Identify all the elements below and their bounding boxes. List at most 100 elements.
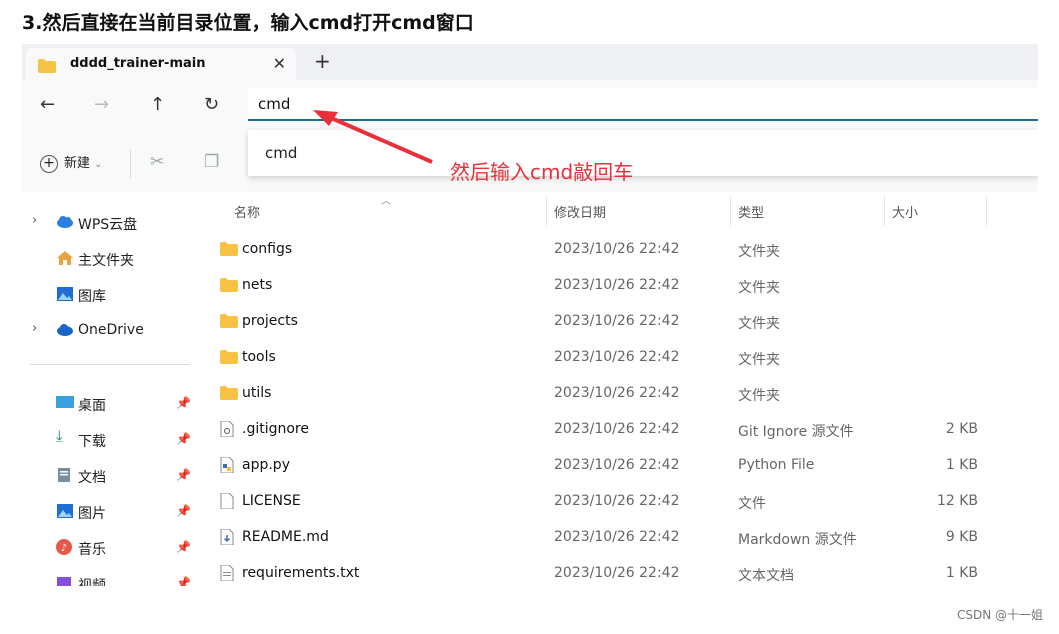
column-divider[interactable] bbox=[546, 196, 547, 226]
close-icon[interactable]: ✕ bbox=[273, 54, 286, 73]
file-date: 2023/10/26 22:42 bbox=[554, 421, 680, 437]
column-header-name[interactable]: 名称 bbox=[234, 202, 260, 221]
file-name: configs bbox=[242, 241, 293, 257]
python-file-icon bbox=[220, 456, 234, 477]
pin-icon[interactable]: 📌 bbox=[176, 396, 191, 410]
file-type: 文件夹 bbox=[738, 316, 780, 332]
sidebar-item-home[interactable]: 主文件夹 bbox=[22, 244, 198, 274]
file-name: app.py bbox=[242, 457, 290, 473]
table-row[interactable]: configs 2023/10/26 22:42 文件夹 bbox=[198, 232, 1038, 266]
table-row[interactable]: nets 2023/10/26 22:42 文件夹 bbox=[198, 268, 1038, 302]
sidebar-item-wps-cloud[interactable]: › WPS云盘 bbox=[22, 208, 198, 238]
table-row[interactable]: app.py 2023/10/26 22:42 Python File 1 KB bbox=[198, 448, 1038, 482]
file-type: Git Ignore 源文件 bbox=[738, 424, 854, 440]
file-type: 文件夹 bbox=[738, 388, 780, 404]
file-date: 2023/10/26 22:42 bbox=[554, 565, 680, 581]
address-bar[interactable] bbox=[248, 88, 1038, 121]
folder-icon bbox=[220, 277, 238, 296]
pin-icon[interactable]: 📌 bbox=[176, 468, 191, 482]
sidebar-item-onedrive[interactable]: › OneDrive bbox=[22, 316, 198, 346]
sidebar-item-downloads[interactable]: ⤓ 下载 📌 bbox=[22, 425, 198, 455]
sidebar-item-label: 桌面 bbox=[78, 398, 106, 414]
chevron-right-icon: › bbox=[32, 321, 38, 336]
file-name: LICENSE bbox=[242, 493, 301, 509]
cloud-icon bbox=[56, 214, 74, 230]
file-date: 2023/10/26 22:42 bbox=[554, 493, 680, 509]
watermark: CSDN @十一姐 bbox=[956, 608, 1043, 622]
file-size: 9 KB bbox=[945, 529, 978, 545]
table-row[interactable]: requirements.txt 2023/10/26 22:42 文本文档 1… bbox=[198, 556, 1038, 586]
sidebar-item-videos[interactable]: 视频 📌 bbox=[22, 569, 198, 586]
column-divider[interactable] bbox=[884, 196, 885, 226]
file-size: 1 KB bbox=[945, 565, 978, 581]
sidebar-item-desktop[interactable]: 桌面 📌 bbox=[22, 389, 198, 419]
up-arrow-icon[interactable]: ↑ bbox=[150, 94, 165, 115]
text-file-icon bbox=[220, 564, 234, 585]
file-type: 文件夹 bbox=[738, 352, 780, 368]
suggestion-text: cmd bbox=[265, 144, 298, 162]
file-name: nets bbox=[242, 277, 273, 293]
file-name: tools bbox=[242, 349, 276, 365]
folder-icon bbox=[220, 241, 238, 260]
file-list: ︿ 名称 修改日期 类型 大小 configs 2023/10/26 22:42… bbox=[198, 192, 1038, 586]
refresh-icon[interactable]: ↻ bbox=[204, 94, 219, 115]
sidebar-item-label: 图库 bbox=[78, 289, 106, 305]
file-size: 12 KB bbox=[936, 493, 978, 509]
sidebar-item-gallery[interactable]: 图库 bbox=[22, 280, 198, 310]
plus-circle-icon: + bbox=[40, 154, 58, 173]
forward-arrow-icon[interactable]: → bbox=[94, 94, 109, 115]
table-row[interactable]: tools 2023/10/26 22:42 文件夹 bbox=[198, 340, 1038, 374]
column-divider[interactable] bbox=[730, 196, 731, 226]
table-row[interactable]: LICENSE 2023/10/26 22:42 文件 12 KB bbox=[198, 484, 1038, 518]
annotation-text: 然后输入cmd敲回车 bbox=[450, 160, 634, 184]
column-divider[interactable] bbox=[986, 196, 987, 226]
file-date: 2023/10/26 22:42 bbox=[554, 529, 680, 545]
home-icon bbox=[56, 250, 74, 266]
column-header-type[interactable]: 类型 bbox=[738, 202, 764, 221]
table-row[interactable]: .gitignore 2023/10/26 22:42 Git Ignore 源… bbox=[198, 412, 1038, 446]
copy-icon[interactable]: ❐ bbox=[204, 152, 219, 172]
cloud-icon bbox=[56, 322, 74, 338]
file-date: 2023/10/26 22:42 bbox=[554, 349, 680, 365]
back-arrow-icon[interactable]: ← bbox=[40, 94, 55, 115]
folder-icon bbox=[220, 385, 238, 404]
pin-icon[interactable]: 📌 bbox=[176, 540, 191, 554]
sidebar-item-label: 音乐 bbox=[78, 542, 106, 558]
pin-icon[interactable]: 📌 bbox=[176, 504, 191, 518]
new-button-label: 新建 bbox=[64, 156, 91, 171]
cut-icon[interactable]: ✂ bbox=[150, 152, 164, 172]
markdown-file-icon bbox=[220, 528, 234, 549]
sidebar-item-label: 主文件夹 bbox=[78, 253, 134, 269]
column-header-date[interactable]: 修改日期 bbox=[554, 202, 606, 221]
file-date: 2023/10/26 22:42 bbox=[554, 457, 680, 473]
column-header-size[interactable]: 大小 bbox=[892, 202, 918, 221]
file-name: requirements.txt bbox=[242, 565, 360, 581]
sidebar-item-documents[interactable]: 文档 📌 bbox=[22, 461, 198, 491]
document-icon bbox=[56, 467, 74, 483]
toolbar-divider bbox=[130, 150, 131, 178]
video-icon bbox=[56, 575, 74, 586]
sidebar-item-label: 视频 bbox=[78, 578, 106, 586]
new-button[interactable]: + 新建 ⌄ bbox=[40, 152, 102, 173]
table-row[interactable]: README.md 2023/10/26 22:42 Markdown 源文件 … bbox=[198, 520, 1038, 554]
pin-icon[interactable]: 📌 bbox=[176, 432, 191, 446]
address-input[interactable] bbox=[258, 93, 958, 115]
address-suggestion[interactable]: cmd bbox=[248, 130, 1038, 176]
pin-icon[interactable]: 📌 bbox=[176, 576, 191, 586]
file-name: projects bbox=[242, 313, 298, 329]
sidebar-item-music[interactable]: ♪ 音乐 📌 bbox=[22, 533, 198, 563]
table-row[interactable]: utils 2023/10/26 22:42 文件夹 bbox=[198, 376, 1038, 410]
file-icon bbox=[220, 492, 234, 513]
sort-ascending-icon: ︿ bbox=[381, 196, 391, 207]
tab-dddd-trainer-main[interactable]: dddd_trainer-main ✕ bbox=[26, 48, 296, 80]
new-tab-button[interactable]: + bbox=[314, 49, 331, 73]
navigation-pane: › WPS云盘 主文件夹 图库 › OneDrive 桌面 📌 ⤓ 下载 📌 文… bbox=[22, 192, 198, 586]
file-type: 文本文档 bbox=[738, 568, 794, 584]
svg-text:♪: ♪ bbox=[61, 543, 67, 554]
table-row[interactable]: projects 2023/10/26 22:42 文件夹 bbox=[198, 304, 1038, 338]
file-name: README.md bbox=[242, 529, 329, 545]
gear-file-icon bbox=[220, 420, 234, 441]
sidebar-item-pictures[interactable]: 图片 📌 bbox=[22, 497, 198, 527]
sidebar-item-label: OneDrive bbox=[78, 322, 144, 338]
sidebar-item-label: WPS云盘 bbox=[78, 217, 138, 233]
